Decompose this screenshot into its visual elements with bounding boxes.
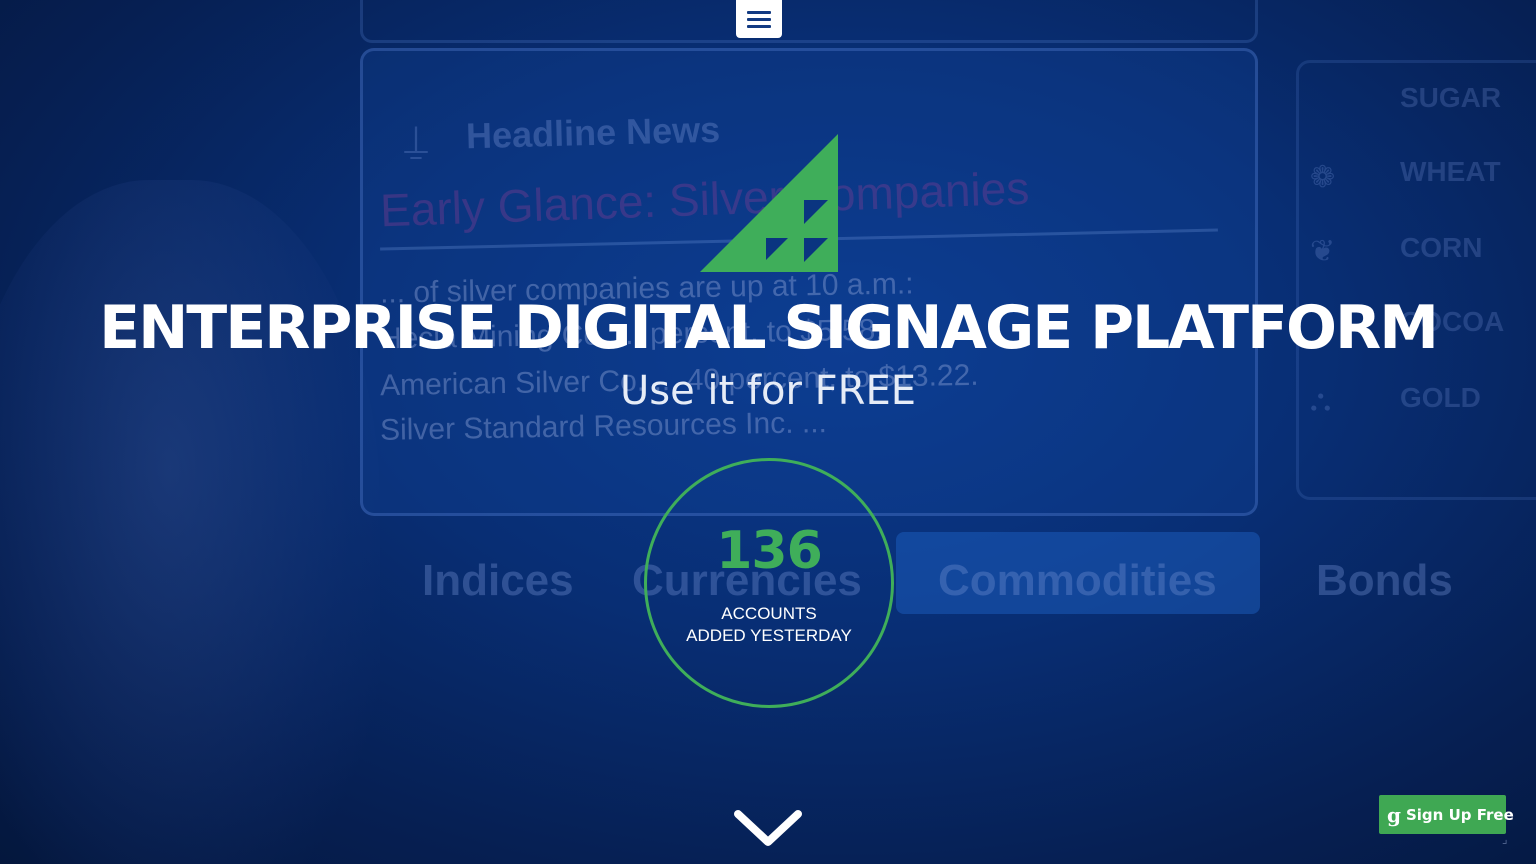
counter-label-line: ADDED YESTERDAY <box>686 626 852 645</box>
sign-up-free-button[interactable]: g Sign Up Free <box>1379 795 1514 834</box>
page-title: ENTERPRISE DIGITAL SIGNAGE PLATFORM <box>99 293 1439 363</box>
background-tab: Bonds <box>1316 556 1453 605</box>
background-image: ⍊ Headline News Early Glance: Silver Com… <box>0 0 1536 864</box>
resize-corner-icon: ⌟ <box>1502 832 1508 846</box>
corn-icon: ❦ <box>1310 235 1336 268</box>
counter-label-line: ACCOUNTS <box>721 604 817 623</box>
background-commodity-panel <box>1296 60 1536 500</box>
background-commodity: CORN <box>1400 232 1483 263</box>
menu-button[interactable] <box>736 0 782 38</box>
hamburger-menu-icon <box>747 10 771 28</box>
background-headline-news: Headline News <box>465 108 721 157</box>
page-subtitle: Use it for FREE <box>619 368 916 414</box>
antenna-icon: ⍊ <box>404 118 428 162</box>
counter-label: ACCOUNTS ADDED YESTERDAY <box>647 603 891 647</box>
background-commodity: WHEAT <box>1400 156 1501 187</box>
background-person <box>0 180 380 864</box>
background-tab: Commodities <box>938 556 1217 605</box>
background-panel-top <box>360 0 1258 43</box>
counter-value: 136 <box>716 521 823 581</box>
chevron-down-icon[interactable] <box>734 808 802 850</box>
background-tab: Indices <box>422 556 574 605</box>
triangle-logo-icon <box>700 134 838 272</box>
google-g-icon: g <box>1387 802 1401 827</box>
accounts-counter: 136 ACCOUNTS ADDED YESTERDAY <box>644 458 894 708</box>
hero-section: ⍊ Headline News Early Glance: Silver Com… <box>0 0 1536 864</box>
sugar-icon: ❁ <box>1310 161 1336 194</box>
sign-up-label: Sign Up Free <box>1405 805 1514 824</box>
background-commodity: SUGAR <box>1400 82 1502 113</box>
